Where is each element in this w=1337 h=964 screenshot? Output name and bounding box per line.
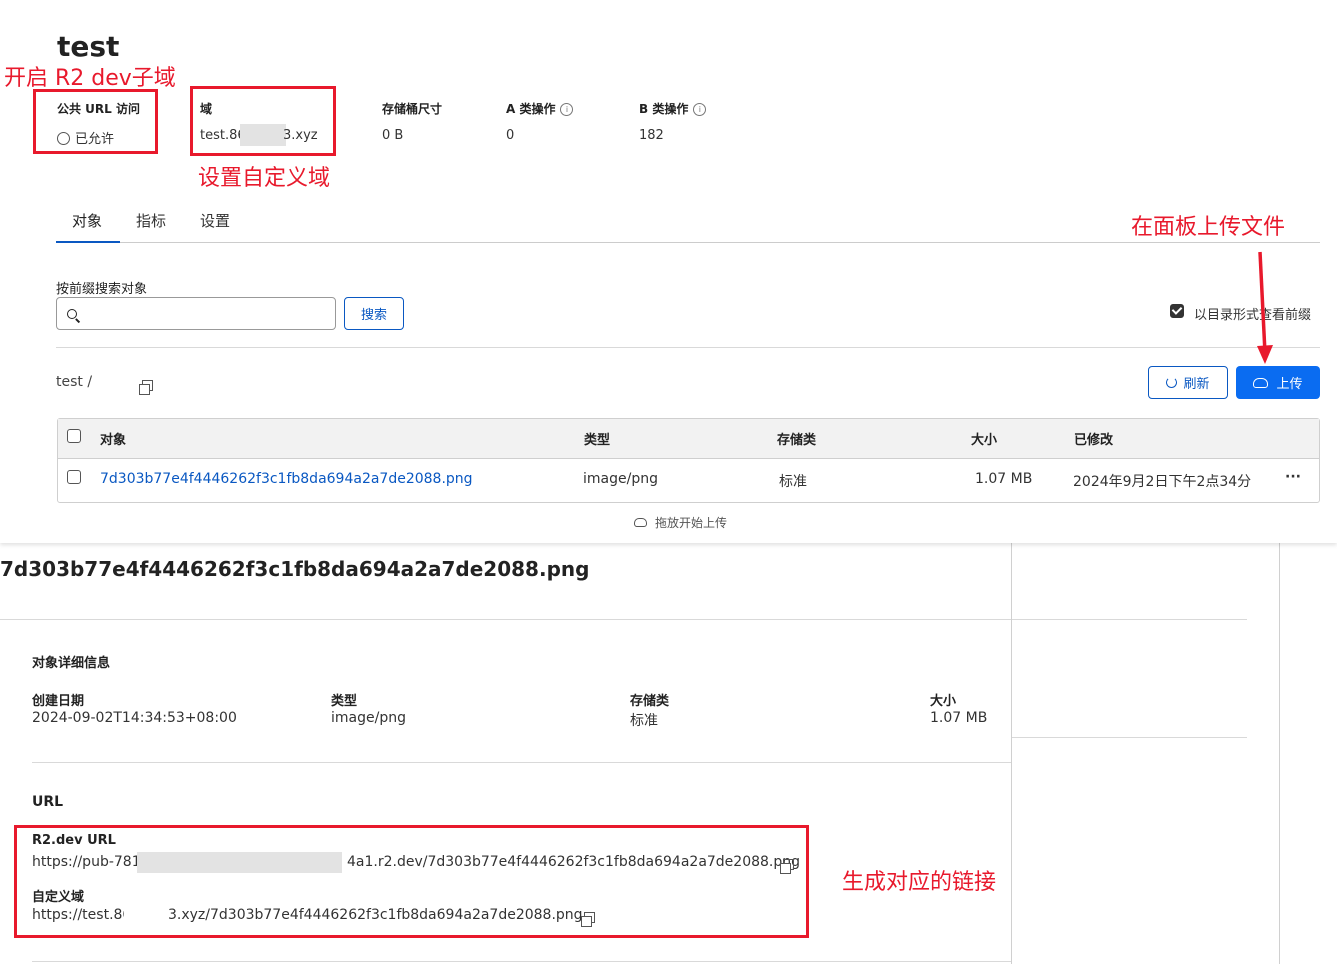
tab-objects[interactable]: 对象 [72,210,102,231]
upload-button[interactable]: 上传 [1236,366,1320,399]
copy-path-icon[interactable] [139,380,154,395]
row-checkbox[interactable] [67,470,81,484]
object-title-divider [0,619,1011,620]
search-divider [56,347,1320,348]
annotation-enable-r2: 开启 R2 dev子域 [4,66,176,91]
cloud-upload-icon [1253,377,1269,388]
col-header-storage[interactable]: 存储类 [777,429,816,448]
refresh-icon [1166,377,1178,388]
info-icon[interactable]: i [693,103,707,116]
class-b-label: B 类操作 i [639,100,707,117]
search-input[interactable] [56,297,336,330]
search-icon-handle [75,318,81,323]
class-a-value: 0 [506,128,515,143]
object-title: 7d303b77e4f4446262f3c1fb8da694a2a7de2088… [0,557,590,581]
object-link[interactable]: 7d303b77e4f4446262f3c1fb8da694a2a7de2088… [100,471,473,487]
drag-upload-hint: 拖放开始上传 [634,514,727,531]
object-details-heading: 对象详细信息 [32,656,111,671]
breadcrumb[interactable]: test / [56,374,92,390]
storage-value: 标准 [630,713,658,729]
search-button[interactable]: 搜索 [344,297,404,330]
annotation-box-links [14,825,809,938]
row-size: 1.07 MB [975,471,1033,487]
annotation-custom-domain: 设置自定义域 [198,166,331,191]
col-header-type[interactable]: 类型 [584,429,610,448]
type-value: image/png [331,710,406,726]
search-field[interactable] [87,302,331,326]
bucket-size-value: 0 B [382,128,404,143]
created-value: 2024-09-02T14:34:53+08:00 [32,710,237,726]
check-icon [1171,304,1183,315]
annotation-arrow [1257,251,1273,364]
tab-metrics[interactable]: 指标 [136,210,166,231]
col-header-object[interactable]: 对象 [100,429,126,448]
cloud-upload-icon [634,518,647,527]
refresh-button[interactable]: 刷新 [1148,366,1228,399]
search-label: 按前缀搜索对象 [56,282,148,297]
type-label: 类型 [331,694,358,709]
col-header-size[interactable]: 大小 [971,429,997,448]
right-panel-divider [1011,543,1012,964]
storage-label: 存储类 [630,694,670,709]
active-tab-indicator [56,241,120,243]
annotation-upload-panel: 在面板上传文件 [1131,215,1286,240]
bottom-divider [32,961,1011,962]
right-panel-line-2 [1012,737,1247,738]
annotation-box-domain [190,86,336,156]
table-header [58,419,1319,459]
right-panel-line [1012,619,1247,620]
col-header-modified[interactable]: 已修改 [1074,429,1113,448]
size-label: 大小 [930,694,957,709]
url-heading: URL [32,794,64,810]
annotation-generate-links: 生成对应的链接 [842,870,997,895]
class-b-value: 182 [639,128,664,143]
tab-settings[interactable]: 设置 [200,210,230,231]
created-label: 创建日期 [32,694,85,709]
tabs-divider [56,242,1320,243]
bucket-title: test [57,30,120,63]
row-type: image/png [583,471,658,487]
right-panel-divider-2 [1279,543,1280,964]
annotation-box-public-url [33,89,158,154]
class-a-label: A 类操作 i [506,100,574,117]
bucket-size-label: 存储桶尺寸 [382,102,443,116]
more-options-icon[interactable]: ··· [1285,469,1301,485]
details-divider [32,762,1011,763]
row-modified: 2024年9月2日下午2点34分 [1073,474,1252,490]
view-prefix-checkbox[interactable] [1170,304,1184,318]
select-all-checkbox[interactable] [67,429,81,443]
row-storage: 标准 [779,474,807,490]
info-icon[interactable]: i [560,103,574,116]
size-value: 1.07 MB [930,710,988,726]
